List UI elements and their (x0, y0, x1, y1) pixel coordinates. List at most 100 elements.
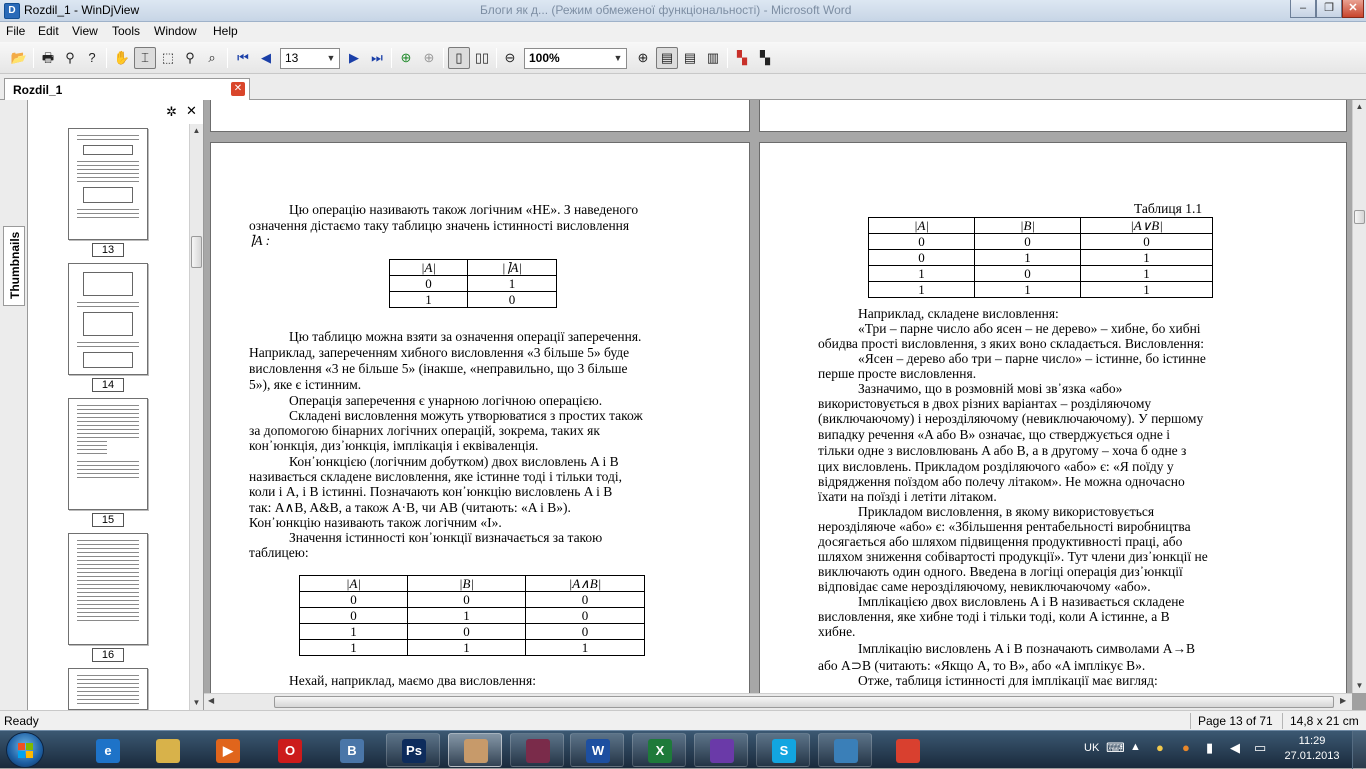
scroll-left-icon[interactable]: ◀ (208, 696, 214, 705)
start-button[interactable] (6, 732, 44, 768)
menu-view[interactable]: View (70, 24, 100, 38)
marquee-icon[interactable]: ⬚ (157, 47, 179, 69)
clock[interactable]: 11:29 27.01.2013 (1282, 734, 1342, 764)
scroll-down-icon[interactable]: ▼ (1353, 679, 1366, 693)
two-page-icon[interactable]: ▯▯ (471, 47, 493, 69)
taskbar-app-ie[interactable]: e (80, 733, 134, 767)
open-icon[interactable]: 📂 (8, 47, 30, 69)
chevron-down-icon[interactable]: ▼ (323, 49, 339, 68)
close-icon[interactable]: ✕ (186, 103, 197, 119)
bw-icon[interactable]: ▚ (754, 47, 776, 69)
help-icon[interactable]: ? (81, 47, 103, 69)
close-button[interactable]: ✕ (1342, 0, 1364, 18)
text-line: Кон᾿юнкцією (логічним добутком) двох вис… (289, 454, 619, 469)
page-number-combo[interactable]: 13 ▼ (280, 48, 340, 69)
thumbnail-page-13[interactable] (68, 128, 148, 240)
prev-page-icon[interactable]: ◀ (255, 47, 277, 69)
forward-icon[interactable]: ⊕ (418, 47, 440, 69)
update-icon[interactable]: ● (1182, 740, 1190, 755)
back-icon[interactable]: ⊕ (395, 47, 417, 69)
zoom-out-icon[interactable]: ⊖ (499, 47, 521, 69)
background-window-title: Блоги як д... (Режим обмеженої функціона… (480, 3, 852, 17)
show-desktop-button[interactable] (1352, 731, 1366, 769)
disjunction-table: |A| |B| |A∨B| 000 011 101 111 (868, 217, 1213, 298)
keyboard-icon[interactable]: ⌨ (1106, 740, 1125, 756)
taskbar-app-winrar[interactable] (510, 733, 564, 767)
toolbar-separator (727, 48, 728, 68)
menu-edit[interactable]: Edit (36, 24, 61, 38)
document-view[interactable]: Цю операцію називають також логічним «НЕ… (204, 100, 1352, 693)
minimize-button[interactable]: – (1290, 0, 1316, 18)
find-icon[interactable]: ⚲ (59, 47, 81, 69)
zoom-rect-icon[interactable]: ⌕ (201, 47, 223, 69)
zoom-in-icon[interactable]: ⊕ (632, 47, 654, 69)
text-line: «Ясен – дерево або три – парне число» – … (858, 351, 1206, 366)
page-left[interactable]: Цю операцію називають також логічним «НЕ… (210, 142, 750, 693)
taskbar-app-word[interactable]: W (570, 733, 624, 767)
taskbar-app-explorer[interactable] (140, 733, 194, 767)
app-icon[interactable]: D (4, 3, 20, 19)
menu-window[interactable]: Window (152, 24, 199, 38)
volume-icon[interactable]: ◀ (1230, 740, 1240, 756)
scrollbar-thumb[interactable] (1354, 210, 1365, 224)
layout-page-icon[interactable]: ▤ (679, 47, 701, 69)
document-horizontal-scrollbar[interactable]: ◀ ▶ (204, 693, 1352, 710)
taskbar-app-excel[interactable]: X (632, 733, 686, 767)
next-page-icon[interactable]: ▶ (343, 47, 365, 69)
scrollbar-thumb[interactable] (274, 696, 1334, 708)
taskbar-app-windjview[interactable] (448, 733, 502, 767)
taskbar-app-opera[interactable]: O (262, 733, 316, 767)
menu-bar: File Edit View Tools Window Help (0, 22, 1366, 42)
zoom-icon[interactable]: ⚲ (179, 47, 201, 69)
document-vertical-scrollbar[interactable]: ▲ ▼ (1352, 100, 1366, 693)
thumbnail-number: 15 (92, 513, 124, 527)
scroll-right-icon[interactable]: ▶ (1340, 696, 1346, 705)
taskbar-app-picture-viewer[interactable] (818, 733, 872, 767)
text-line: висловлення, яке хибне тоді і тільки тод… (818, 609, 1170, 624)
scroll-up-icon[interactable]: ▲ (1353, 100, 1366, 114)
page-right[interactable]: Таблиця 1.1 |A| |B| |A∨B| 000 011 101 111 … (759, 142, 1347, 693)
select-icon[interactable]: ⌶ (134, 47, 156, 69)
close-tab-icon[interactable]: ✕ (231, 82, 245, 96)
menu-tools[interactable]: Tools (110, 24, 142, 38)
thumbnail-page-16[interactable] (68, 533, 148, 645)
tab-thumbnails-label: Thumbnails (8, 231, 22, 299)
taskbar-app-photoshop[interactable]: Ps (386, 733, 440, 767)
layout-continuous-icon[interactable]: ▤ (656, 47, 678, 69)
windjview-window: D Rozdil_1 - WinDjView Блоги як д... (Ре… (0, 0, 1366, 769)
hand-icon[interactable]: ✋ (111, 47, 133, 69)
color-icon[interactable]: ▚ (731, 47, 753, 69)
menu-file[interactable]: File (4, 24, 27, 38)
chevron-down-icon[interactable]: ▼ (610, 49, 626, 68)
chevron-up-icon[interactable]: ▲ (1130, 741, 1141, 753)
print-icon[interactable]: 🖶 (37, 47, 59, 69)
scroll-down-icon[interactable]: ▼ (190, 696, 203, 710)
notification-icon[interactable]: ● (1156, 740, 1164, 755)
text-line: таблицею: (249, 545, 309, 560)
gear-icon[interactable]: ✲ (166, 104, 177, 120)
thumbnail-page-15[interactable] (68, 398, 148, 510)
network-icon[interactable]: ▮ (1206, 740, 1213, 756)
taskbar-app-onenote[interactable] (694, 733, 748, 767)
taskbar-app-media-player[interactable]: ▶ (200, 733, 254, 767)
taskbar-app-vk[interactable]: B (324, 733, 378, 767)
scroll-up-icon[interactable]: ▲ (190, 124, 203, 138)
first-page-icon[interactable]: ⏮ (232, 47, 254, 69)
thumbnail-page-17[interactable] (68, 668, 148, 710)
single-page-icon[interactable]: ▯ (448, 47, 470, 69)
thumbnail-page-14[interactable] (68, 263, 148, 375)
layout-facing-icon[interactable]: ▥ (702, 47, 724, 69)
taskbar-app-skype[interactable]: S (756, 733, 810, 767)
thumbnails-scrollbar[interactable]: ▲ ▼ (189, 124, 203, 710)
language-indicator[interactable]: UK (1084, 742, 1099, 754)
power-icon[interactable]: ▭ (1254, 740, 1266, 756)
text-line: Імплікацією двох висловлень A і B назива… (858, 594, 1185, 609)
tab-thumbnails[interactable]: Thumbnails (3, 226, 25, 306)
tab-rozdil-1[interactable]: Rozdil_1 ✕ (4, 78, 250, 100)
maximize-button[interactable]: ❐ (1316, 0, 1342, 18)
zoom-combo[interactable]: 100% ▼ (524, 48, 627, 69)
menu-help[interactable]: Help (211, 24, 240, 38)
last-page-icon[interactable]: ⏭ (366, 47, 388, 69)
scrollbar-thumb[interactable] (191, 236, 202, 268)
taskbar-app-chrome[interactable] (880, 733, 934, 767)
